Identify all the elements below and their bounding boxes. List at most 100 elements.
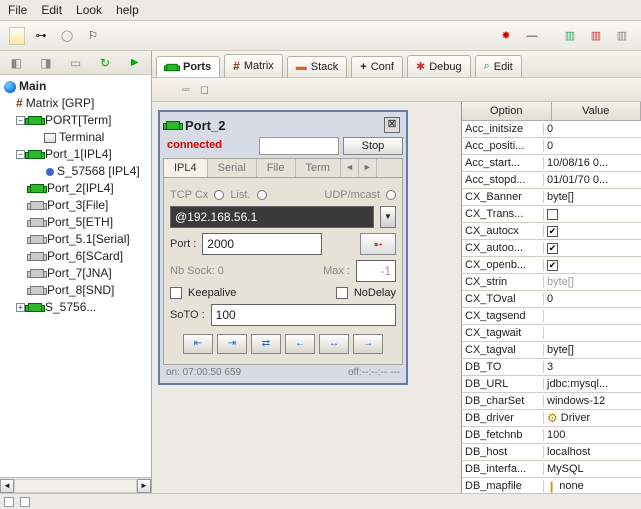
- max-input[interactable]: -1: [356, 260, 396, 282]
- pwtab-next-icon[interactable]: ►: [359, 159, 377, 177]
- prop-value[interactable]: localhost: [544, 446, 641, 458]
- pwtab-serial[interactable]: Serial: [208, 159, 257, 177]
- action-5[interactable]: ↔: [319, 334, 349, 354]
- tree-hscroll[interactable]: ◄ ►: [0, 477, 151, 493]
- address-input[interactable]: @192.168.56.1: [170, 206, 374, 228]
- checkbox-icon[interactable]: [547, 209, 558, 220]
- keepalive-check[interactable]: [170, 287, 182, 299]
- prop-value[interactable]: ❙none: [544, 480, 641, 493]
- prop-row[interactable]: CX_Trans...: [462, 206, 641, 223]
- tree-tool-4[interactable]: ↻: [96, 53, 115, 73]
- menu-help[interactable]: help: [116, 3, 139, 17]
- tree-port7[interactable]: Port_7[JNA]: [2, 265, 149, 282]
- sun-icon[interactable]: ✸: [496, 26, 516, 46]
- collapse-icon[interactable]: −: [16, 150, 25, 159]
- prop-value[interactable]: ✔: [544, 226, 641, 237]
- collapse-icon[interactable]: −: [16, 116, 25, 125]
- tree-port1[interactable]: −Port_1[IPL4]: [2, 146, 149, 163]
- menu-edit[interactable]: Edit: [41, 3, 62, 17]
- expand-icon[interactable]: +: [16, 303, 25, 312]
- scroll-track[interactable]: [14, 479, 137, 493]
- subtool-1-icon[interactable]: ▫▫: [182, 84, 190, 96]
- subtool-2-icon[interactable]: ◻: [200, 83, 209, 96]
- tree-tool-3[interactable]: ▭: [66, 53, 85, 73]
- prop-value[interactable]: 3: [544, 361, 641, 373]
- pwtab-ipl4[interactable]: IPL4: [164, 159, 208, 177]
- prop-value[interactable]: ✔: [544, 243, 641, 254]
- address-dropdown-icon[interactable]: ▼: [380, 206, 396, 228]
- prop-value[interactable]: byte[]: [544, 191, 641, 203]
- tree-matrix[interactable]: #Matrix [GRP]: [2, 95, 149, 112]
- prop-row[interactable]: CX_TOval0: [462, 291, 641, 308]
- flag-icon[interactable]: ⚐: [83, 26, 103, 46]
- plug-icon[interactable]: ⊶: [31, 26, 51, 46]
- tab-debug[interactable]: ✱Debug: [407, 55, 471, 77]
- tab-matrix[interactable]: #Matrix: [224, 54, 283, 77]
- tab-ports[interactable]: Ports: [156, 56, 220, 77]
- circle-icon[interactable]: ◯: [57, 26, 77, 46]
- prop-row[interactable]: Acc_initsize0: [462, 121, 641, 138]
- tree-port51[interactable]: Port_5.1[Serial]: [2, 231, 149, 248]
- prop-value[interactable]: ✔: [544, 260, 641, 271]
- stop-button[interactable]: Stop: [343, 137, 403, 155]
- connect-button[interactable]: ➵: [360, 233, 396, 255]
- prop-row[interactable]: DB_fetchnb100: [462, 427, 641, 444]
- action-2[interactable]: ⇥: [217, 334, 247, 354]
- tree-s57568[interactable]: S_57568 [IPL4]: [2, 163, 149, 180]
- tree-port5[interactable]: Port_5[ETH]: [2, 214, 149, 231]
- tree-tool-1[interactable]: ◧: [7, 53, 26, 73]
- prop-row[interactable]: CX_autoo...✔: [462, 240, 641, 257]
- prop-row[interactable]: CX_openb...✔: [462, 257, 641, 274]
- pwtab-file[interactable]: File: [257, 159, 296, 177]
- nodelay-check[interactable]: [336, 287, 348, 299]
- tree-s5756[interactable]: +S_5756...: [2, 299, 149, 316]
- tab-stack[interactable]: ▬Stack: [287, 56, 348, 77]
- prop-row[interactable]: DB_URLjdbc:mysql...: [462, 376, 641, 393]
- prop-head-option[interactable]: Option: [462, 102, 552, 120]
- prop-row[interactable]: Acc_positi...0: [462, 138, 641, 155]
- action-4[interactable]: ←: [285, 334, 315, 354]
- prop-row[interactable]: CX_tagvalbyte[]: [462, 342, 641, 359]
- folder3-icon[interactable]: ▥: [612, 26, 632, 46]
- prop-value[interactable]: byte[]: [544, 344, 641, 356]
- prop-row[interactable]: DB_TO3: [462, 359, 641, 376]
- prop-row[interactable]: CX_tagwait: [462, 325, 641, 342]
- tab-edit[interactable]: ⌕Edit: [475, 55, 522, 77]
- prop-row[interactable]: CX_tagsend: [462, 308, 641, 325]
- dash-icon[interactable]: —: [522, 26, 542, 46]
- folder2-icon[interactable]: ▥: [586, 26, 606, 46]
- prop-value[interactable]: jdbc:mysql...: [544, 378, 641, 390]
- tree-port8[interactable]: Port_8[SND]: [2, 282, 149, 299]
- prop-value[interactable]: byte[]: [544, 276, 641, 288]
- prop-value[interactable]: 0: [544, 140, 641, 152]
- checkbox-icon[interactable]: ✔: [547, 226, 558, 237]
- prop-value[interactable]: 01/01/70 0...: [544, 174, 641, 186]
- tree-root[interactable]: Main: [2, 78, 149, 95]
- menu-look[interactable]: Look: [76, 3, 102, 17]
- scroll-right-icon[interactable]: ►: [137, 479, 151, 493]
- prop-value[interactable]: [544, 209, 641, 220]
- tree-port6[interactable]: Port_6[SCard]: [2, 248, 149, 265]
- prop-row[interactable]: CX_strinbyte[]: [462, 274, 641, 291]
- prop-row[interactable]: DB_hostlocalhost: [462, 444, 641, 461]
- action-6[interactable]: →: [353, 334, 383, 354]
- prop-value[interactable]: 0: [544, 293, 641, 305]
- prop-row[interactable]: DB_interfa...MySQL: [462, 461, 641, 478]
- pwtab-prev-icon[interactable]: ◄: [341, 159, 359, 177]
- udp-radio[interactable]: [386, 190, 396, 200]
- prop-row[interactable]: Acc_stopd...01/01/70 0...: [462, 172, 641, 189]
- close-icon[interactable]: ⊠: [384, 117, 400, 133]
- prop-value[interactable]: windows-12: [544, 395, 641, 407]
- action-3[interactable]: ⇄: [251, 334, 281, 354]
- prop-value[interactable]: 10/08/16 0...: [544, 157, 641, 169]
- menu-file[interactable]: File: [8, 3, 27, 17]
- prop-row[interactable]: CX_Bannerbyte[]: [462, 189, 641, 206]
- prop-value[interactable]: ⚙Driver: [544, 411, 641, 425]
- checkbox-icon[interactable]: ✔: [547, 260, 558, 271]
- tree-port2[interactable]: Port_2[IPL4]: [2, 180, 149, 197]
- scroll-left-icon[interactable]: ◄: [0, 479, 14, 493]
- checkbox-icon[interactable]: ✔: [547, 243, 558, 254]
- list-radio[interactable]: [257, 190, 267, 200]
- prop-row[interactable]: DB_driver⚙Driver: [462, 410, 641, 427]
- prop-value[interactable]: 0: [544, 123, 641, 135]
